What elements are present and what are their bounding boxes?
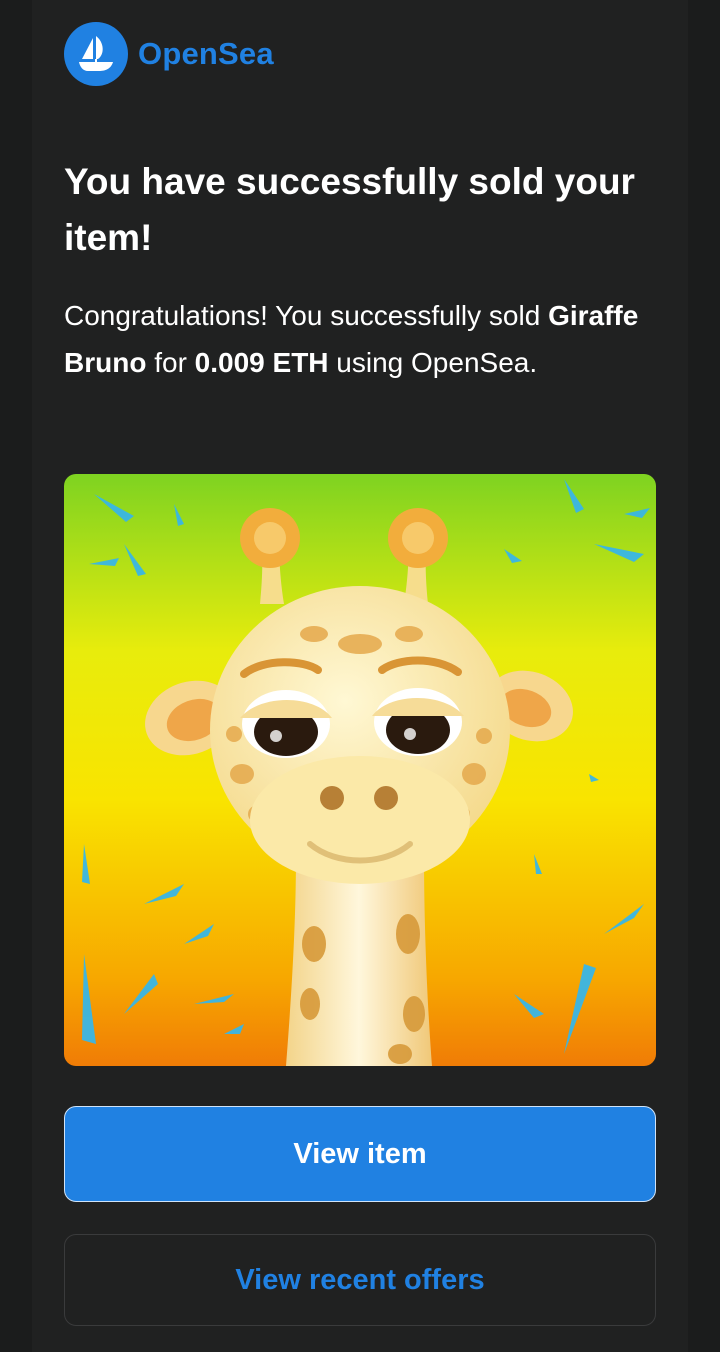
nft-giraffe-image[interactable] [64, 474, 656, 1066]
message-suffix: using OpenSea. [328, 347, 538, 378]
view-recent-offers-button[interactable]: View recent offers [64, 1234, 656, 1326]
message-middle: for [146, 347, 195, 378]
opensea-ship-icon [64, 22, 128, 86]
congrats-message: Congratulations! You successfully sold G… [64, 292, 644, 386]
sale-price: 0.009 ETH [194, 347, 329, 378]
opensea-logo[interactable]: OpenSea [64, 22, 274, 86]
headline: You have successfully sold your item! [64, 161, 635, 258]
view-item-button[interactable]: View item [64, 1106, 656, 1202]
message-prefix: Congratulations! You successfully sold [64, 300, 549, 331]
email-page: OpenSea You have successfully sold your … [0, 0, 720, 1352]
brand-name: OpenSea [138, 36, 274, 71]
